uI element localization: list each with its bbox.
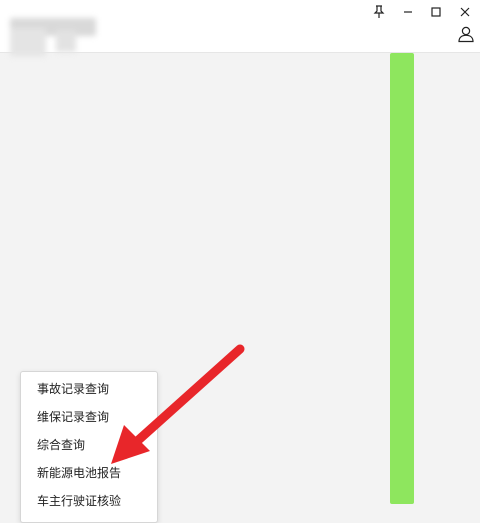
user-icon[interactable]: [454, 22, 478, 46]
context-menu: 事故记录查询 维保记录查询 综合查询 新能源电池报告 车主行驶证核验: [20, 371, 158, 523]
pin-icon[interactable]: [367, 2, 391, 22]
green-bar: [390, 53, 414, 504]
menu-item-comprehensive-query[interactable]: 综合查询: [21, 431, 157, 459]
close-icon[interactable]: [453, 2, 477, 22]
maximize-icon[interactable]: [424, 2, 448, 22]
menu-item-ev-battery-report[interactable]: 新能源电池报告: [21, 459, 157, 487]
menu-item-maintenance-records[interactable]: 维保记录查询: [21, 403, 157, 431]
menu-item-license-verification[interactable]: 车主行驶证核验: [21, 487, 157, 515]
menu-item-accident-records[interactable]: 事故记录查询: [21, 375, 157, 403]
blurred-logo: [6, 8, 96, 56]
title-bar: [0, 0, 480, 56]
minimize-icon[interactable]: [396, 2, 420, 22]
